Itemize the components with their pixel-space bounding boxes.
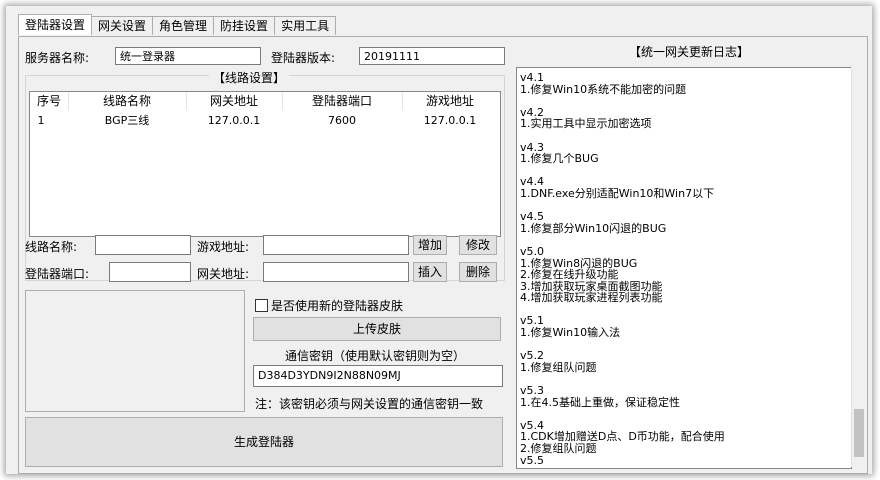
cell-index: 1	[37, 114, 45, 127]
tab-role-management[interactable]: 角色管理	[152, 16, 215, 35]
gateway-address-label: 网关地址:	[197, 267, 250, 281]
line-name-label: 线路名称:	[25, 240, 78, 254]
tab-bar: 登陆器设置 网关设置 角色管理 防挂设置 实用工具	[18, 14, 337, 36]
key-input[interactable]: D384D3YDN9I2N88N09MJ	[253, 365, 503, 387]
update-log-scrollbar[interactable]	[851, 67, 866, 467]
delete-button[interactable]: 删除	[459, 262, 497, 282]
version-label: 登陆器版本:	[271, 51, 336, 65]
generate-launcher-button[interactable]: 生成登陆器	[25, 417, 503, 467]
modify-button[interactable]: 修改	[459, 235, 497, 255]
log-line: v5.0	[520, 244, 545, 258]
upload-skin-button[interactable]: 上传皮肤	[253, 317, 501, 341]
gateway-address-input[interactable]	[263, 262, 409, 282]
log-line: 1.DNF.exe分别适配Win10和Win7以下	[520, 186, 715, 200]
insert-button[interactable]: 插入	[413, 262, 447, 282]
log-line: 1.修复部分Win10闪退的BUG	[520, 221, 667, 235]
line-name-input[interactable]	[95, 235, 191, 255]
app-window: 登陆器设置 网关设置 角色管理 防挂设置 实用工具 服务器名称: 统一登录器 登…	[6, 6, 872, 474]
column-header-game-address[interactable]: 游戏地址	[402, 92, 498, 110]
game-address-input[interactable]	[263, 235, 409, 255]
key-note: 注：该密钥必须与网关设置的通信密钥一致	[255, 397, 484, 411]
key-group-title: 通信密钥（使用默认密钥则为空）	[285, 349, 466, 363]
log-line: 2.修复组队问题	[520, 442, 597, 455]
log-line: v4.5	[520, 210, 545, 224]
port-input[interactable]	[109, 262, 191, 282]
tab-utilities[interactable]: 实用工具	[274, 16, 337, 35]
tab-gateway-settings[interactable]: 网关设置	[91, 16, 154, 35]
update-log-title: 【统一网关更新日志】	[629, 45, 750, 59]
server-name-label: 服务器名称:	[25, 51, 90, 65]
scrollbar-thumb[interactable]	[854, 409, 864, 457]
cell-game-address: 127.0.0.1	[423, 114, 477, 127]
log-line: 1.修复几个BUG	[520, 152, 599, 166]
log-line: 1.在4.5基础上重做，保证稳定性	[520, 395, 680, 409]
column-header-line-name[interactable]: 线路名称	[68, 92, 187, 110]
skin-preview	[25, 290, 245, 412]
column-header-gateway[interactable]: 网关地址	[186, 92, 283, 110]
lines-group-title: 【线路设置】	[209, 69, 290, 86]
log-line: 1.实用工具中显示加密选项	[520, 117, 652, 131]
log-line: 4.增加获取玩家进程列表功能	[520, 291, 663, 305]
game-address-label: 游戏地址:	[197, 240, 250, 254]
port-label: 登陆器端口:	[25, 267, 90, 281]
version-input[interactable]: 20191111	[359, 47, 505, 65]
log-line: 1.修复Win10系统不能加密的问题	[520, 82, 687, 96]
settings-panel: 服务器名称: 统一登录器 登陆器版本: 20191111 【线路设置】 序号 线…	[18, 36, 868, 474]
server-name-input[interactable]: 统一登录器	[115, 47, 261, 65]
new-skin-checkbox-label[interactable]: 是否使用新的登陆器皮肤	[271, 297, 403, 314]
column-header-index[interactable]: 序号	[30, 92, 69, 110]
tab-launcher-settings[interactable]: 登陆器设置	[18, 14, 93, 35]
log-line: 1.修复Win10输入法	[520, 326, 621, 340]
log-line: v4.1	[520, 71, 545, 84]
log-line: v5.5	[520, 453, 545, 467]
column-header-port[interactable]: 登陆器端口	[282, 92, 403, 110]
tab-anticheat-settings[interactable]: 防挂设置	[213, 16, 276, 35]
lines-table[interactable]: 序号 线路名称 网关地址 登陆器端口 游戏地址 1 BGP三线 127.0.0.…	[29, 91, 501, 237]
log-line: v5.3	[520, 384, 545, 398]
update-log[interactable]: v4.1 1.修复Win10系统不能加密的问题 v4.2 1.实用工具中显示加密选项…	[516, 67, 852, 469]
add-button[interactable]: 增加	[413, 235, 447, 255]
cell-gateway: 127.0.0.1	[207, 114, 261, 127]
update-log-lines: v4.1 1.修复Win10系统不能加密的问题 v4.2 1.实用工具中显示加密选项…	[517, 68, 851, 466]
log-line: 1.修复组队问题	[520, 360, 597, 374]
cell-port: 7600	[328, 114, 356, 127]
cell-line-name: BGP三线	[104, 114, 150, 127]
log-line: 2.修复在线升级功能	[520, 268, 619, 282]
new-skin-checkbox[interactable]	[255, 299, 268, 312]
